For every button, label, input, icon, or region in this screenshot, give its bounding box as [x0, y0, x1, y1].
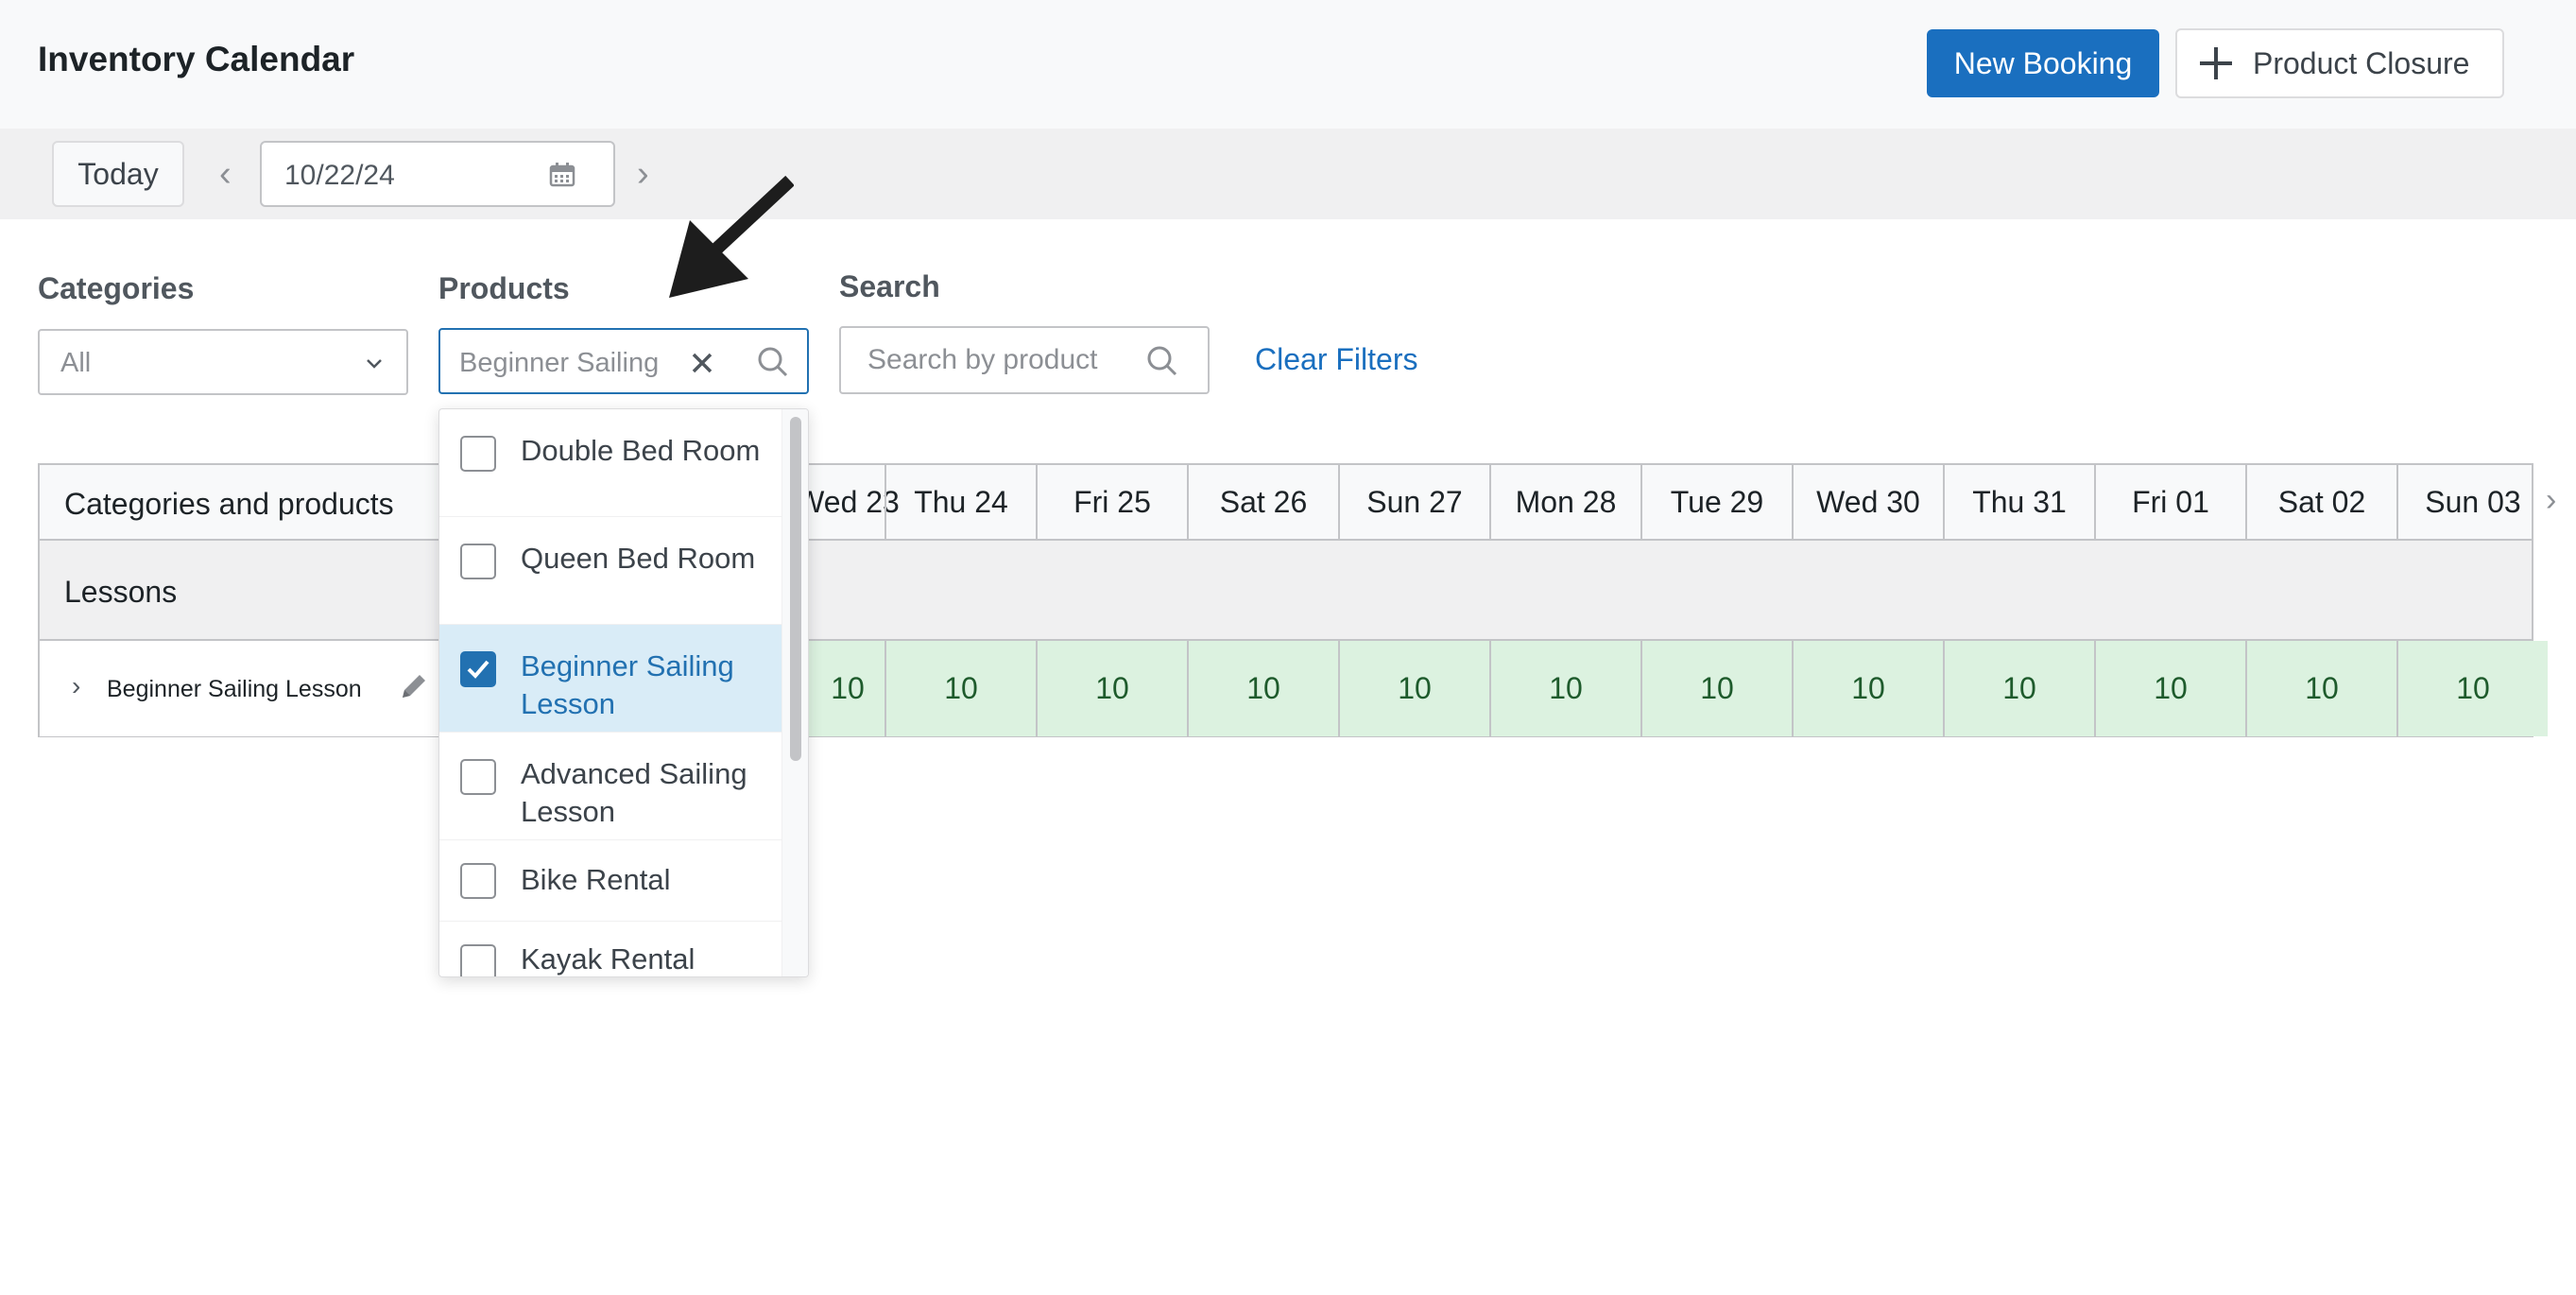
plus-icon	[2200, 47, 2232, 79]
new-booking-button[interactable]: New Booking	[1927, 29, 2159, 97]
clear-filters-link[interactable]: Clear Filters	[1255, 342, 1417, 377]
availability-cell[interactable]: 10	[2396, 641, 2548, 736]
availability-cell[interactable]: 10	[1640, 641, 1792, 736]
availability-cell[interactable]: 10	[1036, 641, 1187, 736]
calendar-icon[interactable]	[549, 163, 575, 187]
option-label: Bike Rental	[521, 863, 671, 896]
annotation-arrow-icon	[669, 175, 794, 298]
availability-cell[interactable]: 10	[1792, 641, 1943, 736]
day-header: Thu 24	[884, 465, 1036, 539]
option-label: Queen Bed Room	[521, 542, 756, 575]
availability-cell[interactable]: 10	[1489, 641, 1640, 736]
products-dropdown: Double Bed Room Queen Bed Room Beginner …	[438, 408, 809, 977]
categories-select[interactable]: All	[38, 329, 408, 395]
option-label: Double Bed Room	[521, 434, 761, 467]
product-closure-button[interactable]: Product Closure	[2175, 28, 2504, 98]
search-icon	[1147, 346, 1177, 376]
checkbox[interactable]	[460, 436, 496, 472]
availability-cell[interactable]: 10	[1187, 641, 1338, 736]
dropdown-option-queen-bed-room[interactable]: Queen Bed Room	[439, 517, 781, 625]
day-header: Fri 01	[2094, 465, 2245, 539]
product-name: Beginner Sailing Lesson	[107, 676, 362, 702]
date-value: 10/22/24	[284, 160, 395, 191]
previous-date-button[interactable]: ‹	[219, 153, 232, 195]
checkbox[interactable]	[460, 759, 496, 795]
expand-row-icon[interactable]: ›	[72, 671, 80, 701]
dropdown-option-advanced-sailing-lesson[interactable]: Advanced Sailing Lesson	[439, 733, 781, 840]
grid-header-title: Categories and products	[64, 487, 394, 521]
date-picker-input[interactable]: 10/22/24	[260, 141, 615, 207]
product-closure-label: Product Closure	[2253, 45, 2470, 80]
day-header: Sat 26	[1187, 465, 1338, 539]
category-row: Lessons	[40, 541, 2532, 641]
chevron-down-icon	[367, 359, 382, 369]
search-icon	[758, 347, 788, 377]
day-header: Fri 25	[1036, 465, 1187, 539]
search-label: Search	[839, 269, 940, 303]
checkmark-icon	[467, 660, 489, 679]
grid-scroll-right-button[interactable]: ›	[2546, 482, 2556, 519]
checkbox[interactable]	[460, 863, 496, 899]
checkbox[interactable]	[460, 544, 496, 579]
day-header: Sun 27	[1338, 465, 1489, 539]
inventory-grid: Categories and products Wed 23 Thu 24 Fr…	[38, 463, 2548, 737]
today-button[interactable]: Today	[52, 141, 184, 207]
day-header: Sun 03	[2396, 465, 2548, 539]
clear-selection-icon[interactable]	[690, 351, 714, 375]
availability-cell[interactable]: 10	[884, 641, 1036, 736]
pencil-icon[interactable]	[397, 669, 431, 703]
availability-cell[interactable]: 10	[1338, 641, 1489, 736]
dropdown-option-bike-rental[interactable]: Bike Rental	[439, 840, 781, 922]
products-label: Products	[438, 271, 570, 305]
dropdown-option-beginner-sailing-lesson[interactable]: Beginner Sailing Lesson	[439, 625, 781, 733]
category-label: Lessons	[64, 575, 178, 609]
products-select[interactable]: Beginner Sailing	[438, 328, 809, 394]
search-field[interactable]	[839, 326, 1210, 394]
checkbox[interactable]	[460, 944, 496, 976]
availability-cell[interactable]: 10	[2094, 641, 2245, 736]
day-header: Wed 30	[1792, 465, 1943, 539]
option-label: Kayak Rental	[521, 942, 696, 976]
search-input[interactable]	[867, 341, 1132, 379]
option-label: Beginner Sailing Lesson	[521, 649, 734, 720]
categories-label: Categories	[38, 271, 195, 305]
day-header: Mon 28	[1489, 465, 1640, 539]
day-header: Tue 29	[1640, 465, 1792, 539]
availability-cell[interactable]: 10	[1943, 641, 2094, 736]
day-header: Thu 31	[1943, 465, 2094, 539]
dropdown-option-double-bed-room[interactable]: Double Bed Room	[439, 409, 781, 517]
next-date-button[interactable]: ›	[637, 153, 649, 195]
top-bar: Inventory Calendar New Booking Product C…	[0, 0, 2576, 129]
page-title: Inventory Calendar	[38, 40, 355, 78]
option-label: Advanced Sailing Lesson	[521, 757, 747, 828]
day-header: Sat 02	[2245, 465, 2396, 539]
products-value: Beginner Sailing	[459, 348, 660, 378]
availability-cell[interactable]: 10	[2245, 641, 2396, 736]
categories-value: All	[60, 348, 92, 378]
checkbox-checked[interactable]	[460, 651, 496, 687]
dropdown-scrollbar-thumb[interactable]	[790, 417, 801, 761]
grid-header-row: Categories and products Wed 23 Thu 24 Fr…	[40, 465, 2532, 541]
product-row: › Beginner Sailing Lesson 10 10 10 10 10…	[40, 641, 2548, 736]
dropdown-option-kayak-rental[interactable]: Kayak Rental	[439, 922, 781, 976]
